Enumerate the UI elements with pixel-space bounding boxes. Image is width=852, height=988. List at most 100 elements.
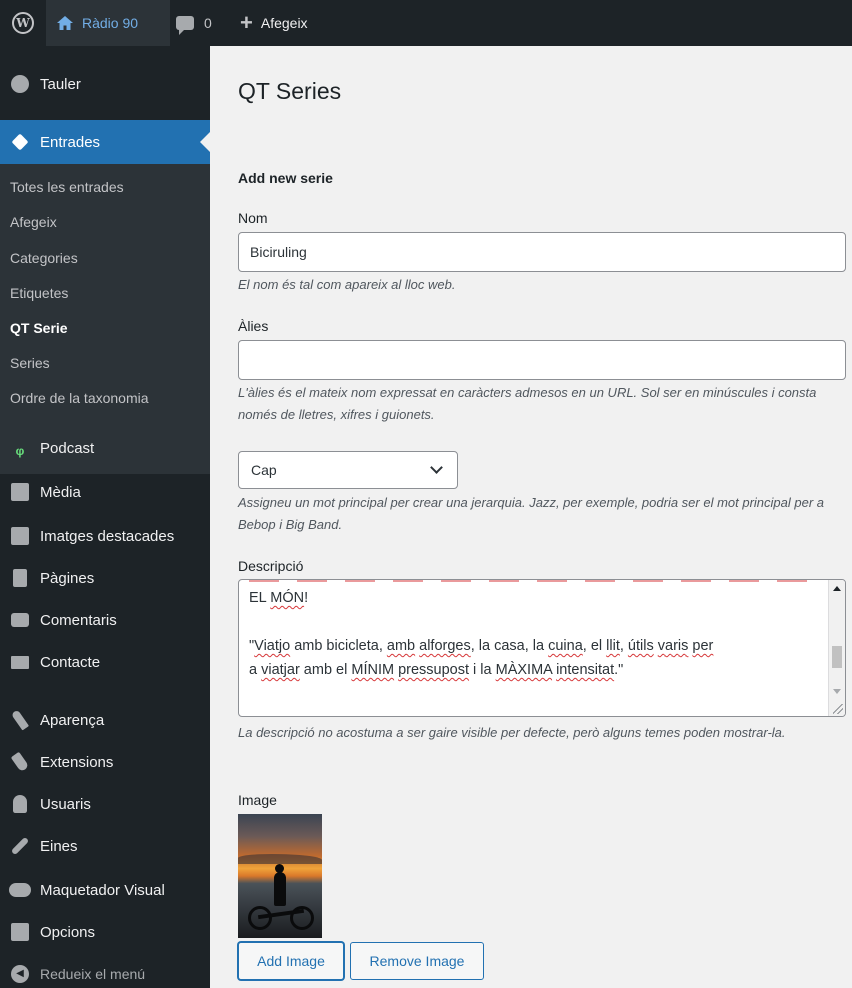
wordpress-logo-menu[interactable]: W <box>0 0 46 46</box>
scroll-up-icon[interactable] <box>833 586 841 591</box>
menu-item-label: Opcions <box>40 923 96 941</box>
menu-item-settings[interactable]: Opcions <box>0 914 210 950</box>
menu-item-comments[interactable]: Comentaris <box>0 602 210 638</box>
comment-icon <box>11 613 29 627</box>
settings-icon <box>11 923 29 941</box>
menu-item-podcast[interactable]: ᵩ Podcast <box>0 430 210 466</box>
textarea-scrollbar[interactable] <box>828 580 845 716</box>
comments-menu[interactable]: 0 <box>176 0 212 46</box>
menu-item-label: Pàgines <box>40 569 95 587</box>
menu-item-visual-builder[interactable]: Maquetador Visual <box>0 872 210 908</box>
description-text: EL MÓN! "Viatjo amb bicicleta, amb alfor… <box>249 586 819 682</box>
misspelled-word: MÓN <box>270 590 305 606</box>
plugin-icon <box>10 751 30 773</box>
description-line: "Viatjo amb bicicleta, amb alforges, la … <box>249 638 714 654</box>
misspelled-word: cuina <box>548 638 583 654</box>
parent-select[interactable]: Cap <box>238 451 458 489</box>
submenu-add-new[interactable]: Afegeix <box>10 214 57 230</box>
image-label: Image <box>238 792 277 808</box>
submenu-categories[interactable]: Categories <box>10 250 78 266</box>
parent-description: Assigneu un mot principal per crear una … <box>238 495 825 532</box>
menu-item-label: Usuaris <box>40 795 91 813</box>
misspelled-word: per <box>692 638 714 654</box>
chevron-down-icon <box>430 461 443 474</box>
media-icon <box>11 483 29 501</box>
menu-item-label: Eines <box>40 837 78 855</box>
description-help: La descripció no acostuma a ser gaire vi… <box>238 725 786 740</box>
new-content-menu[interactable]: + Afegeix <box>240 0 308 46</box>
menu-item-label: Comentaris <box>40 611 117 629</box>
misspelled-word: útils <box>627 638 654 654</box>
description-line <box>249 610 819 634</box>
wrench-icon <box>10 836 30 856</box>
spellcheck-fragment <box>249 580 809 582</box>
menu-item-media[interactable]: Mèdia <box>0 474 210 510</box>
menu-item-label: Extensions <box>40 753 114 771</box>
submenu-tags[interactable]: Etiquetes <box>10 285 68 301</box>
name-input[interactable]: Biciruling <box>238 232 846 272</box>
misspelled-word: viatjar <box>261 662 300 678</box>
menu-item-label: Tauler <box>40 75 81 93</box>
submenu-qt-serie[interactable]: QT Serie <box>10 320 68 336</box>
menu-item-appearance[interactable]: Aparença <box>0 702 210 738</box>
comments-count: 0 <box>204 15 212 31</box>
misspelled-word: amb <box>386 638 416 654</box>
user-icon <box>13 795 27 813</box>
collapse-icon: ◀ <box>11 965 29 983</box>
dashboard-icon <box>11 75 29 93</box>
admin-sidebar: Tauler Entrades Totes les entrades Afege… <box>0 46 210 988</box>
submenu-taxonomy-order[interactable]: Ordre de la taxonomia <box>10 390 149 406</box>
misspelled-word: Viatjo <box>254 638 291 654</box>
resize-grip-icon[interactable] <box>833 704 843 714</box>
description-line: EL MÓN! <box>249 590 309 606</box>
site-name: Ràdio 90 <box>82 15 139 31</box>
site-name-menu[interactable]: Ràdio 90 <box>46 0 170 46</box>
pin-icon <box>11 133 29 151</box>
misspelled-word: alforges <box>419 638 471 654</box>
remove-image-button[interactable]: Remove Image <box>350 942 484 980</box>
cloud-icon <box>9 883 31 897</box>
images-icon <box>11 527 29 545</box>
page-title: QT Series <box>238 78 342 104</box>
menu-item-label: Mèdia <box>40 483 81 501</box>
scroll-down-icon[interactable] <box>833 689 841 694</box>
description-line: a viatjar amb el MÍNIM pressupost i la M… <box>249 662 624 678</box>
mail-icon <box>11 655 29 669</box>
collapse-menu-button[interactable]: ◀ Redueix el menú <box>0 960 210 988</box>
add-image-button[interactable]: Add Image <box>238 942 344 980</box>
menu-item-label: Entrades <box>40 133 101 151</box>
menu-item-featured-images[interactable]: Imatges destacades <box>0 518 210 554</box>
menu-item-label: Contacte <box>40 653 101 671</box>
posts-submenu: Totes les entrades Afegeix Categories Et… <box>0 164 210 474</box>
submenu-all-posts[interactable]: Totes les entrades <box>10 179 124 195</box>
menu-item-label: Podcast <box>40 439 95 457</box>
plus-icon: + <box>240 10 253 35</box>
menu-item-label: Maquetador Visual <box>40 881 165 899</box>
slug-input[interactable] <box>238 340 846 380</box>
description-textarea[interactable]: EL MÓN! "Viatjo amb bicicleta, amb alfor… <box>238 579 846 717</box>
comment-icon <box>176 16 194 35</box>
menu-item-users[interactable]: Usuaris <box>0 786 210 822</box>
menu-item-contact[interactable]: Contacte <box>0 644 210 680</box>
slug-description: L'àlies és el mateix nom expressat en ca… <box>238 385 817 422</box>
submenu-series[interactable]: Series <box>10 355 50 371</box>
menu-item-pages[interactable]: Pàgines <box>0 560 210 596</box>
misspelled-word: llit <box>606 638 620 654</box>
home-icon <box>57 16 73 30</box>
series-image-thumbnail <box>238 814 322 938</box>
misspelled-word: pressupost <box>398 662 470 678</box>
menu-item-dashboard[interactable]: Tauler <box>0 64 210 104</box>
slug-label: Àlies <box>238 318 269 334</box>
description-label: Descripció <box>238 558 304 574</box>
menu-item-tools[interactable]: Eines <box>0 828 210 864</box>
thumbnail-person <box>274 872 286 906</box>
brush-icon <box>10 709 30 731</box>
parent-select-value: Cap <box>251 462 277 478</box>
scroll-thumb[interactable] <box>832 646 842 668</box>
new-content-label: Afegeix <box>260 15 308 31</box>
misspelled-word: MÍNIM <box>351 662 395 678</box>
thumbnail-hill <box>238 854 322 864</box>
menu-item-label: Aparença <box>40 711 105 729</box>
menu-item-posts[interactable]: Entrades <box>0 120 210 164</box>
menu-item-plugins[interactable]: Extensions <box>0 744 210 780</box>
